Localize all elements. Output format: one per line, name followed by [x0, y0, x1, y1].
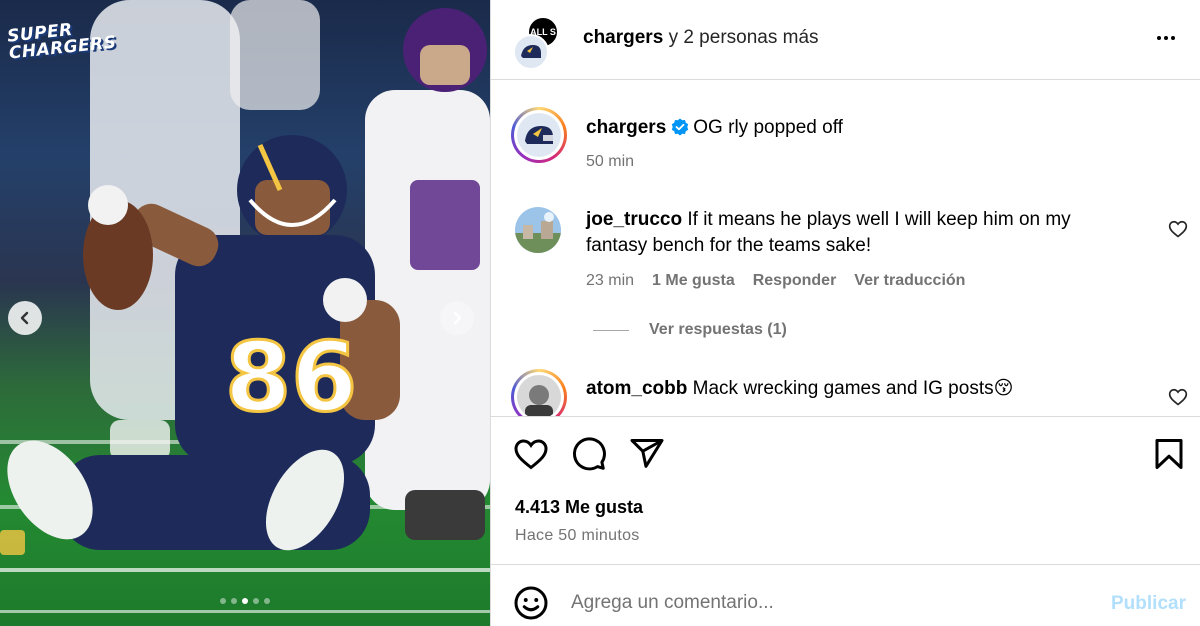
comment-username[interactable]: atom_cobb [586, 378, 687, 399]
avatar [513, 34, 549, 70]
comment-body-line1: If it means he plays well I will keep hi… [687, 209, 1071, 230]
reply-button[interactable]: Responder [753, 272, 837, 290]
comment-input[interactable] [571, 585, 1091, 621]
action-bar [491, 418, 1200, 478]
emoji-icon[interactable] [513, 585, 549, 621]
avatar [517, 375, 561, 416]
view-replies-label: Ver respuestas (1) [649, 321, 787, 338]
bookmark-icon[interactable] [1151, 436, 1187, 472]
comment-meta: 23 min 1 Me gusta Responder Ver traducci… [586, 272, 965, 290]
comment-like-heart-icon[interactable] [1168, 387, 1188, 407]
comment-time: 23 min [586, 272, 635, 289]
comment-body: Mack wrecking games and IG posts😚 [692, 378, 1014, 399]
caption-username[interactable]: chargers [586, 117, 666, 138]
share-icon[interactable] [629, 436, 665, 472]
slide-dot [220, 598, 226, 604]
comment-text: joe_trucco If it means he plays well I w… [586, 207, 1126, 259]
caption-meta: 50 min [586, 153, 634, 171]
caption-avatar[interactable] [511, 107, 567, 163]
caption-time: 50 min [586, 153, 635, 170]
previous-slide-button[interactable] [8, 301, 42, 335]
more-icon-dot [1171, 36, 1175, 40]
comment-avatar[interactable] [511, 369, 567, 416]
post-photo: 86 [0, 0, 490, 613]
collab-avatars[interactable]: ALL S [513, 14, 563, 70]
likes-count[interactable]: 4.413 Me gusta [515, 497, 643, 518]
comment-username[interactable]: joe_trucco [586, 209, 682, 230]
comment-avatar[interactable] [515, 207, 561, 253]
post-time: Hace 50 minutos [515, 527, 640, 544]
comment-icon[interactable] [571, 436, 607, 472]
publish-button[interactable]: Publicar [1111, 593, 1186, 615]
collab-text[interactable]: y 2 personas más [669, 27, 819, 48]
view-replies-button[interactable]: Ver respuestas (1) [593, 321, 787, 339]
heart-icon[interactable] [513, 436, 549, 472]
comment-like-heart-icon[interactable] [1168, 219, 1188, 239]
slide-indicator [0, 598, 490, 604]
post-panel: ALL S chargers y 2 personas más chargers… [490, 0, 1200, 626]
slide-dot [231, 598, 237, 604]
comment-text: atom_cobb Mack wrecking games and IG pos… [586, 376, 1126, 402]
post-media[interactable]: 86 SUPER CHARGERS [0, 0, 490, 626]
comment-composer: Publicar [491, 564, 1200, 626]
avatar [517, 113, 561, 157]
svg-text:86: 86 [225, 323, 357, 433]
caption-text: chargers OG rly popped off [586, 115, 843, 141]
replies-divider [593, 329, 629, 331]
header-title: chargers y 2 personas más [583, 27, 819, 49]
comment-likes[interactable]: 1 Me gusta [652, 272, 735, 290]
chevron-left-icon [20, 311, 29, 325]
more-icon [1157, 36, 1161, 40]
header-username[interactable]: chargers [583, 27, 663, 48]
more-icon-dot [1164, 36, 1168, 40]
comment-body-line2: fantasy bench for the teams sake! [586, 235, 872, 256]
avatar [515, 207, 561, 253]
comments-section[interactable]: chargers OG rly popped off 50 min joe_tr… [491, 81, 1200, 417]
next-slide-button[interactable] [440, 301, 474, 335]
caption-body: OG rly popped off [693, 117, 843, 138]
slide-dot [264, 598, 270, 604]
more-options-button[interactable] [1151, 26, 1181, 50]
translate-button[interactable]: Ver traducción [854, 272, 965, 290]
slide-dot-active [242, 598, 248, 604]
chevron-right-icon [453, 311, 462, 325]
post-header: ALL S chargers y 2 personas más [491, 0, 1200, 80]
verified-icon [672, 118, 689, 136]
slide-dot [253, 598, 259, 604]
